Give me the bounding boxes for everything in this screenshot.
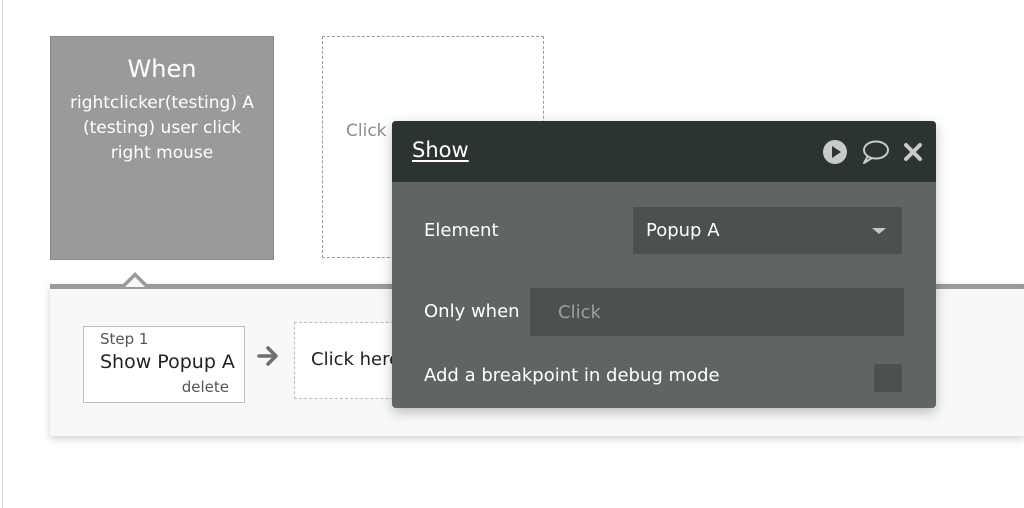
arrow-right-icon <box>257 346 278 366</box>
add-action-label: Click here <box>311 349 401 370</box>
panel-title[interactable]: Show <box>412 138 469 162</box>
step-card[interactable]: Step 1 Show Popup A delete <box>83 326 245 403</box>
panel-header: Show <box>392 121 936 182</box>
event-title: When <box>127 55 197 83</box>
event-pointer-caret-inner <box>125 277 145 287</box>
chevron-down-icon <box>872 228 886 234</box>
step-title: Show Popup A <box>100 351 235 373</box>
add-event-label: Click <box>346 121 387 141</box>
action-property-panel: Show Element Popup A Only when Add a bre… <box>392 121 936 408</box>
step-delete-link[interactable]: delete <box>182 378 229 396</box>
breakpoint-label: Add a breakpoint in debug mode <box>424 365 720 386</box>
close-icon[interactable] <box>903 142 923 162</box>
step-label: Step 1 <box>100 330 149 348</box>
element-label: Element <box>424 220 499 241</box>
canvas-left-border <box>2 0 3 508</box>
event-card[interactable]: When rightclicker(testing) A (testing) u… <box>50 36 274 260</box>
element-dropdown[interactable]: Popup A <box>633 207 902 254</box>
only-when-input[interactable] <box>530 288 904 336</box>
comment-icon[interactable] <box>860 139 890 167</box>
breakpoint-checkbox[interactable] <box>874 364 902 392</box>
element-dropdown-value: Popup A <box>646 220 720 241</box>
only-when-label: Only when <box>424 301 520 322</box>
play-icon[interactable] <box>822 139 848 165</box>
event-description: rightclicker(testing) A (testing) user c… <box>69 93 254 163</box>
add-action-placeholder[interactable]: Click here <box>294 322 404 399</box>
